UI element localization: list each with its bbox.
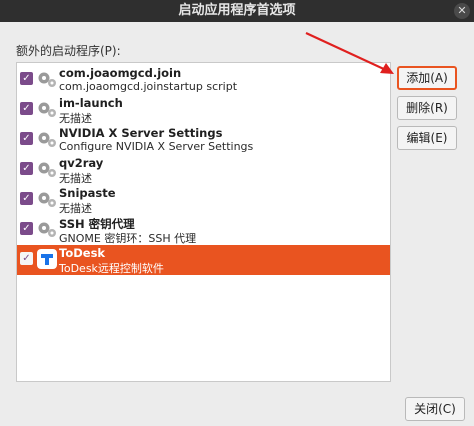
enable-checkbox[interactable]: ✓ bbox=[20, 252, 33, 265]
list-item[interactable]: ✓ qv2ray 无描述 bbox=[17, 155, 390, 185]
window-titlebar: 启动应用程序首选项 ✕ bbox=[0, 0, 474, 22]
item-description: 无描述 bbox=[59, 172, 92, 185]
startup-programs-list[interactable]: ✓ com.joaomgcd.join com.joaomgcd.joinsta… bbox=[16, 62, 391, 382]
item-description: ToDesk远程控制软件 bbox=[59, 262, 164, 275]
item-name: qv2ray bbox=[59, 156, 104, 170]
gears-icon bbox=[38, 72, 56, 87]
close-button[interactable]: 关闭(C) bbox=[405, 397, 465, 421]
gears-icon bbox=[38, 222, 56, 237]
add-button[interactable]: 添加(A) bbox=[397, 66, 457, 90]
list-item[interactable]: ✓ im-launch 无描述 bbox=[17, 95, 390, 125]
item-name: Snipaste bbox=[59, 186, 116, 200]
enable-checkbox[interactable]: ✓ bbox=[20, 102, 33, 115]
gears-icon bbox=[38, 102, 56, 117]
item-description: GNOME 密钥环：SSH 代理 bbox=[59, 232, 197, 245]
window-close-button[interactable]: ✕ bbox=[454, 3, 470, 19]
gears-icon bbox=[38, 162, 56, 177]
item-name: com.joaomgcd.join bbox=[59, 66, 182, 80]
edit-button[interactable]: 编辑(E) bbox=[397, 126, 457, 150]
todesk-icon bbox=[37, 249, 57, 269]
window-title: 启动应用程序首选项 bbox=[178, 3, 296, 18]
enable-checkbox[interactable]: ✓ bbox=[20, 72, 33, 85]
item-description: Configure NVIDIA X Server Settings bbox=[59, 140, 254, 153]
gears-icon bbox=[38, 132, 56, 147]
startup-programs-label: 额外的启动程序(P): bbox=[16, 44, 121, 58]
item-description: com.joaomgcd.joinstartup script bbox=[59, 80, 238, 93]
enable-checkbox[interactable]: ✓ bbox=[20, 222, 33, 235]
list-item[interactable]: ✓ com.joaomgcd.join com.joaomgcd.joinsta… bbox=[17, 65, 390, 95]
item-name: NVIDIA X Server Settings bbox=[59, 126, 223, 140]
item-name: im-launch bbox=[59, 96, 123, 110]
list-item[interactable]: ✓ Snipaste 无描述 bbox=[17, 185, 390, 215]
gears-icon bbox=[38, 192, 56, 207]
remove-button[interactable]: 删除(R) bbox=[397, 96, 457, 120]
enable-checkbox[interactable]: ✓ bbox=[20, 132, 33, 145]
enable-checkbox[interactable]: ✓ bbox=[20, 162, 33, 175]
item-description: 无描述 bbox=[59, 202, 92, 215]
item-description: 无描述 bbox=[59, 112, 92, 125]
list-item[interactable]: ✓ SSH 密钥代理 GNOME 密钥环：SSH 代理 bbox=[17, 215, 390, 245]
list-item[interactable]: ✓ NVIDIA X Server Settings Configure NVI… bbox=[17, 125, 390, 155]
list-item-selected[interactable]: ✓ ToDesk ToDesk远程控制软件 bbox=[17, 245, 390, 275]
enable-checkbox[interactable]: ✓ bbox=[20, 192, 33, 205]
item-name: ToDesk bbox=[59, 246, 106, 260]
